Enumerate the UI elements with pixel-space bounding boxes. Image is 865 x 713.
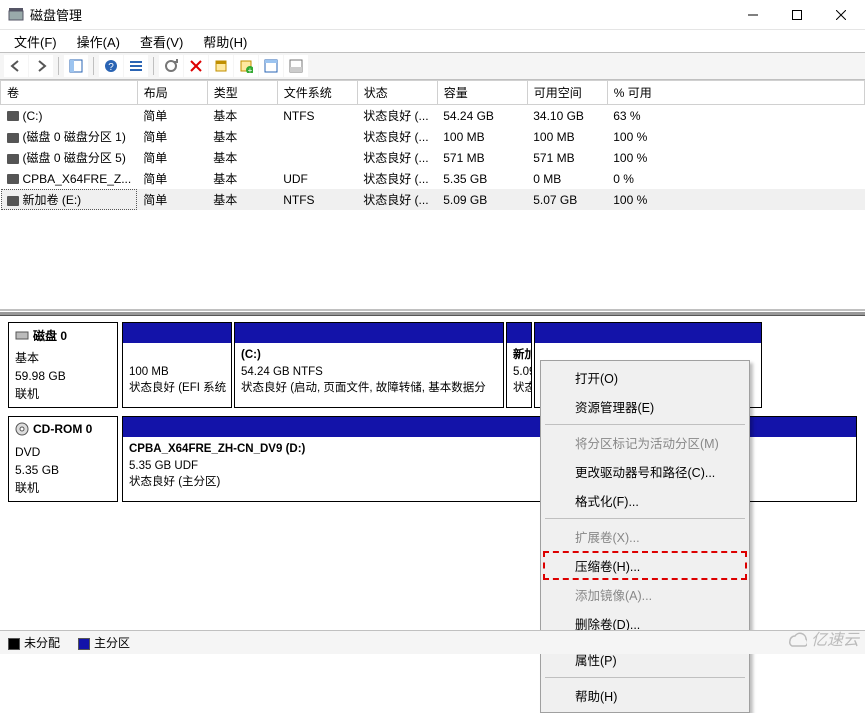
close-button[interactable] [819, 1, 863, 29]
context-menu-item[interactable]: 帮助(H) [543, 681, 747, 710]
table-row[interactable]: 新加卷 (E:)简单基本NTFS状态良好 (...5.09 GB5.07 GB1… [1, 189, 865, 210]
minimize-button[interactable] [731, 1, 775, 29]
show-panel-button[interactable] [64, 55, 88, 77]
col-type[interactable]: 类型 [207, 81, 277, 105]
wizard-button[interactable] [259, 55, 283, 77]
cdrom-state: 联机 [15, 479, 111, 497]
volume-icon [7, 196, 19, 206]
wizard2-button[interactable] [284, 55, 308, 77]
svg-text:+: + [248, 66, 253, 73]
legend-unalloc: 未分配 [8, 634, 60, 651]
context-menu-separator [545, 677, 745, 678]
menu-file[interactable]: 文件(F) [4, 30, 67, 53]
col-pct[interactable]: % 可用 [607, 81, 864, 105]
back-button[interactable] [4, 55, 28, 77]
disk0-name: 磁盘 0 [33, 327, 67, 344]
delete-button[interactable] [184, 55, 208, 77]
context-menu: 打开(O)资源管理器(E) 将分区标记为活动分区(M)更改驱动器号和路径(C)..… [540, 360, 750, 713]
forward-button[interactable] [29, 55, 53, 77]
col-status[interactable]: 状态 [357, 81, 437, 105]
col-capacity[interactable]: 容量 [437, 81, 527, 105]
col-layout[interactable]: 布局 [137, 81, 207, 105]
disk0-info[interactable]: 磁盘 0 基本 59.98 GB 联机 [8, 322, 118, 408]
menu-action[interactable]: 操作(A) [67, 30, 130, 53]
col-free[interactable]: 可用空间 [527, 81, 607, 105]
status-legend: 未分配 主分区 [0, 630, 865, 654]
watermark: 亿速云 [785, 626, 859, 650]
app-icon [8, 7, 24, 23]
properties-button[interactable] [209, 55, 233, 77]
context-menu-item[interactable]: 资源管理器(E) [543, 392, 747, 421]
disk0-partition-0[interactable]: 100 MB状态良好 (EFI 系统 [122, 322, 232, 408]
context-menu-item: 扩展卷(X)... [543, 522, 747, 551]
cdrom-size: 5.35 GB [15, 461, 111, 479]
cdrom-name: CD-ROM 0 [33, 422, 92, 436]
table-row[interactable]: (磁盘 0 磁盘分区 1)简单基本状态良好 (...100 MB100 MB10… [1, 126, 865, 147]
list-button[interactable] [124, 55, 148, 77]
volume-table-wrapper: 卷 布局 类型 文件系统 状态 容量 可用空间 % 可用 (C:)简单基本NTF… [0, 80, 865, 311]
svg-text:?: ? [108, 62, 114, 73]
disk0-size: 59.98 GB [15, 367, 111, 385]
context-menu-separator [545, 518, 745, 519]
tool-bar: ? + [0, 52, 865, 80]
menu-bar: 文件(F) 操作(A) 查看(V) 帮助(H) [0, 30, 865, 52]
context-menu-item[interactable]: 打开(O) [543, 363, 747, 392]
disk0-kind: 基本 [15, 349, 111, 367]
new-button[interactable]: + [234, 55, 258, 77]
context-menu-item: 将分区标记为活动分区(M) [543, 428, 747, 457]
maximize-button[interactable] [775, 1, 819, 29]
table-row[interactable]: (磁盘 0 磁盘分区 5)简单基本状态良好 (...571 MB571 MB10… [1, 147, 865, 168]
volume-icon [7, 111, 19, 121]
cdrom-info[interactable]: CD-ROM 0 DVD 5.35 GB 联机 [8, 416, 118, 502]
context-menu-separator [545, 424, 745, 425]
col-filesystem[interactable]: 文件系统 [277, 81, 357, 105]
volume-icon [7, 133, 19, 143]
disk0-state: 联机 [15, 385, 111, 403]
cdrom-part-line3: 状态良好 (主分区) [129, 476, 220, 488]
table-row[interactable]: CPBA_X64FRE_Z...简单基本UDF状态良好 (...5.35 GB0… [1, 168, 865, 189]
legend-primary: 主分区 [78, 634, 130, 651]
disk-icon [15, 328, 29, 342]
menu-help[interactable]: 帮助(H) [193, 30, 257, 53]
cdrom-icon [15, 422, 29, 436]
title-bar: 磁盘管理 [0, 0, 865, 30]
cdrom-part-line2: 5.35 GB UDF [129, 460, 198, 472]
window-title: 磁盘管理 [30, 5, 731, 24]
context-menu-item[interactable]: 格式化(F)... [543, 486, 747, 515]
disk0-partition-2[interactable]: 新加5.09状态 [506, 322, 532, 408]
table-row[interactable]: (C:)简单基本NTFS状态良好 (...54.24 GB34.10 GB63 … [1, 105, 865, 127]
context-menu-item[interactable]: 压缩卷(H)... [543, 551, 747, 580]
volume-table: 卷 布局 类型 文件系统 状态 容量 可用空间 % 可用 (C:)简单基本NTF… [0, 80, 865, 210]
cdrom-kind: DVD [15, 443, 111, 461]
menu-view[interactable]: 查看(V) [130, 30, 193, 53]
volume-icon [7, 154, 19, 164]
help-button[interactable]: ? [99, 55, 123, 77]
col-volume[interactable]: 卷 [1, 81, 138, 105]
context-menu-item[interactable]: 更改驱动器号和路径(C)... [543, 457, 747, 486]
cdrom-part-title: CPBA_X64FRE_ZH-CN_DV9 (D:) [129, 443, 305, 455]
context-menu-item: 添加镜像(A)... [543, 580, 747, 609]
refresh-button[interactable] [159, 55, 183, 77]
disk0-partition-1[interactable]: (C:)54.24 GB NTFS状态良好 (启动, 页面文件, 故障转储, 基… [234, 322, 504, 408]
volume-icon [7, 174, 19, 184]
